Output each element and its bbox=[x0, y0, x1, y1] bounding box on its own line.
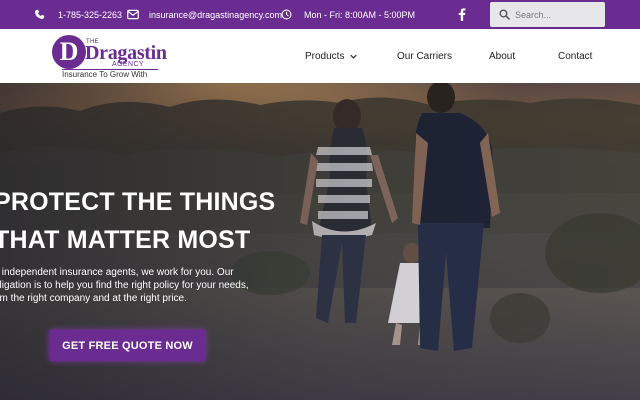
nav-item-carriers[interactable]: Our Carriers bbox=[397, 29, 452, 83]
get-free-quote-button[interactable]: GET FREE QUOTE NOW bbox=[50, 330, 205, 361]
phone-number[interactable]: 1-785-325-2263 bbox=[58, 0, 122, 29]
facebook-icon[interactable] bbox=[458, 8, 466, 21]
phone-number-text: 1-785-325-2263 bbox=[58, 9, 123, 20]
nav-item-products[interactable]: Products bbox=[305, 29, 358, 83]
nav-item-carriers-label: Our Carriers bbox=[397, 50, 453, 62]
nav-item-contact[interactable]: Contact bbox=[558, 29, 592, 83]
hero-title-line-2: THAT MATTER MOST bbox=[0, 226, 251, 254]
hero-title-line-1: PROTECT THE THINGS bbox=[0, 188, 276, 216]
clock-icon bbox=[281, 9, 292, 20]
office-hours-text: Mon - Fri: 8:00AM - 5:00PM bbox=[304, 9, 416, 20]
hero-body-line-3: om the right company and at the right pr… bbox=[0, 293, 187, 304]
agency-logo[interactable]: D THE Dragastin AGENCY Insurance To Grow… bbox=[52, 33, 167, 79]
hero-body-line-1: s independent insurance agents, we work … bbox=[0, 267, 234, 278]
site-header: D THE Dragastin AGENCY Insurance To Grow… bbox=[0, 29, 640, 83]
search-icon[interactable] bbox=[499, 9, 510, 20]
search-input[interactable] bbox=[515, 7, 599, 22]
logo-tagline: Insurance To Grow With bbox=[62, 70, 148, 79]
nav-item-about-label: About bbox=[489, 50, 516, 62]
email-link[interactable]: insurance@dragastinagency.com bbox=[149, 0, 282, 29]
logo-agency: AGENCY bbox=[112, 61, 144, 68]
top-contact-bar: 1-785-325-2263 insurance@dragastinagency… bbox=[0, 0, 640, 29]
chevron-down-icon bbox=[350, 54, 358, 59]
hero-section: PROTECT THE THINGS THAT MATTER MOST s in… bbox=[0, 83, 640, 400]
mail-icon bbox=[127, 9, 139, 20]
logo-monogram: D bbox=[52, 35, 86, 69]
nav-item-products-label: Products bbox=[305, 50, 345, 62]
email-text: insurance@dragastinagency.com bbox=[149, 9, 283, 20]
nav-item-about[interactable]: About bbox=[489, 29, 515, 83]
hero-body-line-2: bligation is to help you find the right … bbox=[0, 280, 249, 291]
search-box[interactable] bbox=[490, 2, 605, 27]
office-hours: Mon - Fri: 8:00AM - 5:00PM bbox=[304, 0, 415, 29]
nav-item-contact-label: Contact bbox=[558, 50, 593, 62]
phone-icon bbox=[35, 9, 45, 20]
